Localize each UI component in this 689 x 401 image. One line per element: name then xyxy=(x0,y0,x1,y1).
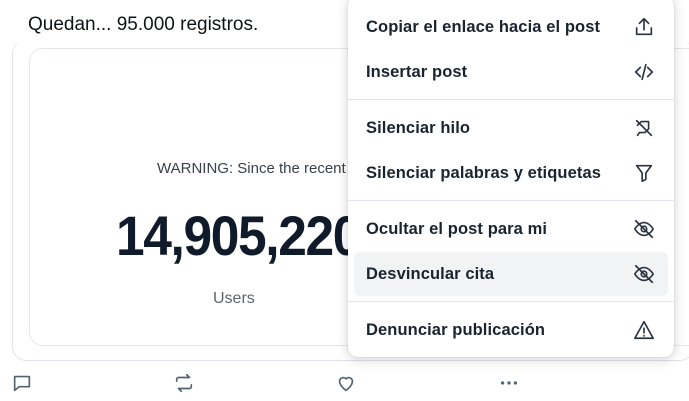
filter-icon xyxy=(632,161,656,185)
menu-item-report[interactable]: Denunciar publicación xyxy=(354,308,668,352)
like-icon[interactable] xyxy=(335,372,359,396)
menu-divider xyxy=(348,99,674,100)
reply-icon[interactable] xyxy=(11,372,35,396)
post-action-bar xyxy=(0,370,689,398)
warning-icon xyxy=(632,318,656,342)
eye-slash-icon xyxy=(632,262,656,286)
menu-item-label: Denunciar publicación xyxy=(366,320,546,339)
eye-slash-icon xyxy=(632,217,656,241)
menu-item-mute-thread[interactable]: Silenciar hilo xyxy=(354,106,668,150)
menu-item-label: Desvincular cita xyxy=(366,264,495,283)
code-icon xyxy=(632,60,656,84)
repost-icon[interactable] xyxy=(173,372,197,396)
menu-item-label: Ocultar el post para mi xyxy=(366,219,548,238)
menu-item-label: Copiar el enlace hacia el post xyxy=(366,17,601,36)
menu-divider xyxy=(348,200,674,201)
embed-warning-text: WARNING: Since the recent xyxy=(157,160,346,177)
embed-user-counter: 14,905,220 xyxy=(116,204,361,267)
menu-divider xyxy=(348,301,674,302)
menu-item-copy-link[interactable]: Copiar el enlace hacia el post xyxy=(354,5,668,49)
embed-counter-label: Users xyxy=(213,290,255,307)
menu-item-label: Silenciar palabras y etiquetas xyxy=(366,163,602,182)
menu-item-label: Silenciar hilo xyxy=(366,118,471,137)
menu-item-label: Insertar post xyxy=(366,62,468,81)
menu-item-embed-post[interactable]: Insertar post xyxy=(354,50,668,94)
mute-thread-icon xyxy=(632,116,656,140)
menu-item-hide-post[interactable]: Ocultar el post para mi xyxy=(354,207,668,251)
more-icon[interactable] xyxy=(498,372,522,396)
post-text: Quedan... 95.000 registros. xyxy=(28,14,259,35)
post-options-menu: Copiar el enlace hacia el post Insertar … xyxy=(348,0,674,357)
menu-item-mute-words[interactable]: Silenciar palabras y etiquetas xyxy=(354,151,668,195)
share-icon xyxy=(632,15,656,39)
menu-item-unlink-quote[interactable]: Desvincular cita xyxy=(354,252,668,296)
